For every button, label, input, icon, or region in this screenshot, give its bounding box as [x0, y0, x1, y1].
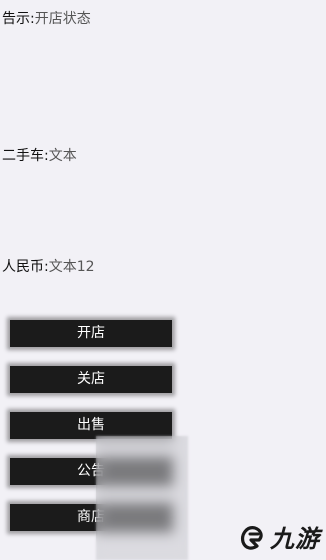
notice-value: 开店状态 [34, 11, 91, 27]
secondhand-car-value: 文本 [48, 148, 77, 164]
jiuyou-watermark: 九游 [237, 519, 320, 554]
secondhand-car-label: 二手车: [2, 148, 49, 164]
secondhand-car-row: 二手车:文本 [2, 147, 77, 165]
watermark-text: 九游 [270, 525, 320, 553]
notice-label: 告示: [2, 11, 35, 27]
jiuyou-logo-icon [237, 522, 267, 552]
rmb-label: 人民币: [2, 259, 49, 275]
rmb-value: 文本12 [48, 259, 95, 275]
close-store-button[interactable]: 关店 [10, 366, 172, 393]
blur-overlay [96, 436, 188, 560]
rmb-row: 人民币:文本12 [2, 258, 95, 276]
sell-button[interactable]: 出售 [10, 412, 172, 439]
open-store-button[interactable]: 开店 [10, 320, 172, 347]
notice-row: 告示:开店状态 [2, 10, 91, 28]
